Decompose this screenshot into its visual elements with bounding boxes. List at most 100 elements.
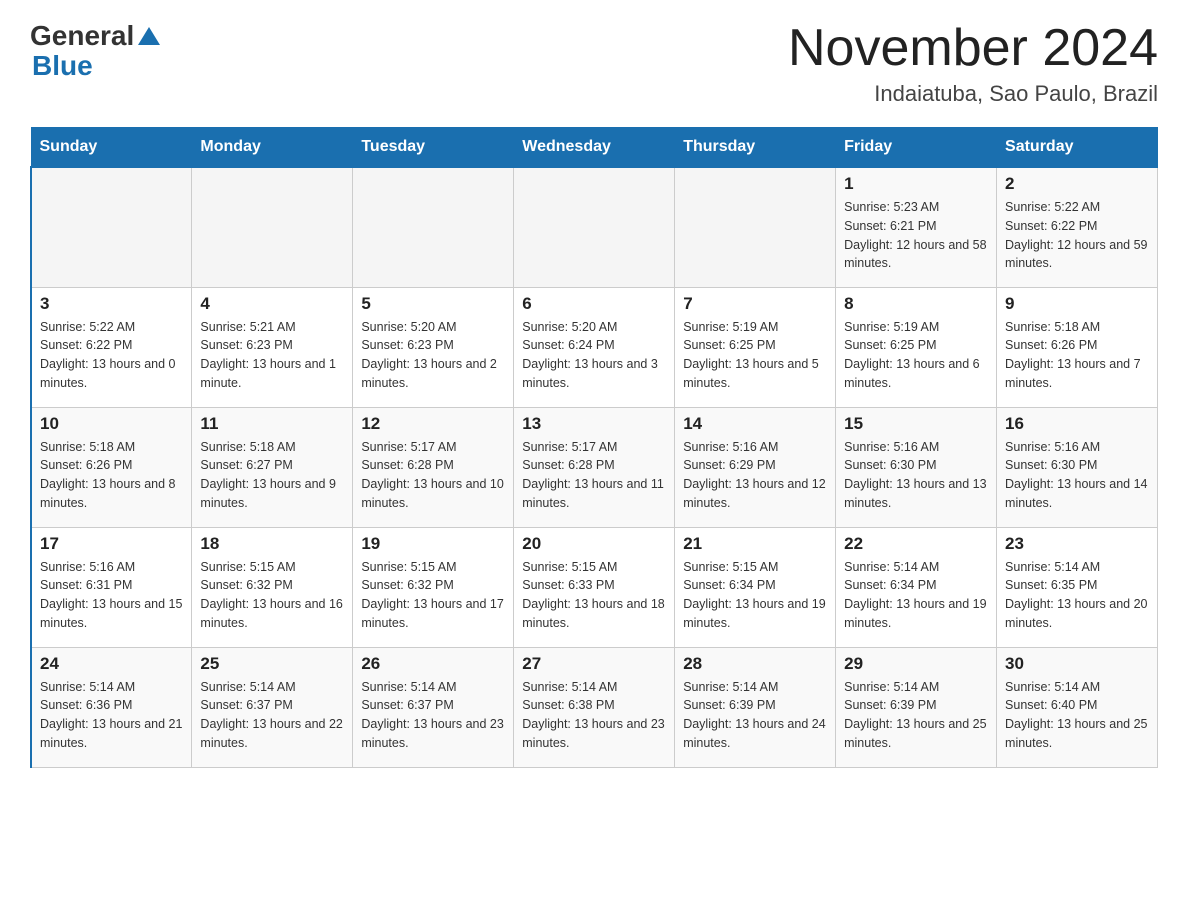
day-number: 2	[1005, 174, 1149, 194]
day-info: Sunrise: 5:14 AM Sunset: 6:40 PM Dayligh…	[1005, 678, 1149, 753]
page-header: General Blue November 2024 Indaiatuba, S…	[30, 20, 1158, 107]
calendar-cell: 8 Sunrise: 5:19 AM Sunset: 6:25 PM Daylig…	[836, 287, 997, 407]
calendar-table: SundayMondayTuesdayWednesdayThursdayFrid…	[30, 127, 1158, 768]
day-info: Sunrise: 5:14 AM Sunset: 6:34 PM Dayligh…	[844, 558, 988, 633]
day-number: 3	[40, 294, 183, 314]
day-info: Sunrise: 5:14 AM Sunset: 6:36 PM Dayligh…	[40, 678, 183, 753]
calendar-cell: 11 Sunrise: 5:18 AM Sunset: 6:27 PM Dayli…	[192, 407, 353, 527]
day-header-friday: Friday	[836, 128, 997, 168]
day-number: 11	[200, 414, 344, 434]
calendar-subtitle: Indaiatuba, Sao Paulo, Brazil	[788, 81, 1158, 107]
day-info: Sunrise: 5:18 AM Sunset: 6:27 PM Dayligh…	[200, 438, 344, 513]
day-number: 30	[1005, 654, 1149, 674]
calendar-cell: 1Sunrise: 5:23 AM Sunset: 6:21 PM Daylig…	[836, 167, 997, 287]
day-number: 9	[1005, 294, 1149, 314]
day-number: 29	[844, 654, 988, 674]
day-info: Sunrise: 5:22 AM Sunset: 6:22 PM Dayligh…	[40, 318, 183, 393]
calendar-cell: 2 Sunrise: 5:22 AM Sunset: 6:22 PM Daylig…	[997, 167, 1158, 287]
day-header-thursday: Thursday	[675, 128, 836, 168]
logo: General Blue	[30, 20, 160, 82]
calendar-cell: 3 Sunrise: 5:22 AM Sunset: 6:22 PM Daylig…	[31, 287, 192, 407]
calendar-cell: 19 Sunrise: 5:15 AM Sunset: 6:32 PM Dayli…	[353, 527, 514, 647]
day-info: Sunrise: 5:17 AM Sunset: 6:28 PM Dayligh…	[361, 438, 505, 513]
day-info: Sunrise: 5:21 AM Sunset: 6:23 PM Dayligh…	[200, 318, 344, 393]
calendar-header-row: SundayMondayTuesdayWednesdayThursdayFrid…	[31, 128, 1158, 168]
day-number: 28	[683, 654, 827, 674]
calendar-cell: 17Sunrise: 5:16 AM Sunset: 6:31 PM Dayli…	[31, 527, 192, 647]
calendar-cell: 9 Sunrise: 5:18 AM Sunset: 6:26 PM Daylig…	[997, 287, 1158, 407]
day-info: Sunrise: 5:16 AM Sunset: 6:30 PM Dayligh…	[1005, 438, 1149, 513]
day-number: 17	[40, 534, 183, 554]
day-number: 13	[522, 414, 666, 434]
calendar-cell: 20Sunrise: 5:15 AM Sunset: 6:33 PM Dayli…	[514, 527, 675, 647]
calendar-cell: 5 Sunrise: 5:20 AM Sunset: 6:23 PM Daylig…	[353, 287, 514, 407]
day-number: 10	[40, 414, 183, 434]
calendar-week-row: 10 Sunrise: 5:18 AM Sunset: 6:26 PM Dayli…	[31, 407, 1158, 527]
calendar-cell: 27 Sunrise: 5:14 AM Sunset: 6:38 PM Dayli…	[514, 647, 675, 767]
calendar-cell: 24 Sunrise: 5:14 AM Sunset: 6:36 PM Dayli…	[31, 647, 192, 767]
day-header-tuesday: Tuesday	[353, 128, 514, 168]
day-info: Sunrise: 5:20 AM Sunset: 6:23 PM Dayligh…	[361, 318, 505, 393]
day-info: Sunrise: 5:14 AM Sunset: 6:39 PM Dayligh…	[683, 678, 827, 753]
day-info: Sunrise: 5:16 AM Sunset: 6:29 PM Dayligh…	[683, 438, 827, 513]
logo-general-text: General	[30, 20, 134, 52]
day-number: 24	[40, 654, 183, 674]
day-info: Sunrise: 5:19 AM Sunset: 6:25 PM Dayligh…	[844, 318, 988, 393]
calendar-week-row: 17Sunrise: 5:16 AM Sunset: 6:31 PM Dayli…	[31, 527, 1158, 647]
calendar-cell: 15Sunrise: 5:16 AM Sunset: 6:30 PM Dayli…	[836, 407, 997, 527]
day-number: 21	[683, 534, 827, 554]
calendar-cell: 13 Sunrise: 5:17 AM Sunset: 6:28 PM Dayli…	[514, 407, 675, 527]
day-number: 23	[1005, 534, 1149, 554]
calendar-week-row: 1Sunrise: 5:23 AM Sunset: 6:21 PM Daylig…	[31, 167, 1158, 287]
calendar-cell	[675, 167, 836, 287]
day-info: Sunrise: 5:14 AM Sunset: 6:38 PM Dayligh…	[522, 678, 666, 753]
title-block: November 2024 Indaiatuba, Sao Paulo, Bra…	[788, 20, 1158, 107]
calendar-cell: 6 Sunrise: 5:20 AM Sunset: 6:24 PM Daylig…	[514, 287, 675, 407]
day-number: 18	[200, 534, 344, 554]
day-info: Sunrise: 5:18 AM Sunset: 6:26 PM Dayligh…	[40, 438, 183, 513]
day-info: Sunrise: 5:19 AM Sunset: 6:25 PM Dayligh…	[683, 318, 827, 393]
day-number: 25	[200, 654, 344, 674]
calendar-cell: 30 Sunrise: 5:14 AM Sunset: 6:40 PM Dayli…	[997, 647, 1158, 767]
calendar-cell: 28 Sunrise: 5:14 AM Sunset: 6:39 PM Dayli…	[675, 647, 836, 767]
calendar-cell: 21Sunrise: 5:15 AM Sunset: 6:34 PM Dayli…	[675, 527, 836, 647]
calendar-cell: 16 Sunrise: 5:16 AM Sunset: 6:30 PM Dayli…	[997, 407, 1158, 527]
day-info: Sunrise: 5:15 AM Sunset: 6:32 PM Dayligh…	[200, 558, 344, 633]
day-info: Sunrise: 5:15 AM Sunset: 6:32 PM Dayligh…	[361, 558, 505, 633]
day-header-monday: Monday	[192, 128, 353, 168]
calendar-cell: 12 Sunrise: 5:17 AM Sunset: 6:28 PM Dayli…	[353, 407, 514, 527]
day-number: 26	[361, 654, 505, 674]
day-info: Sunrise: 5:22 AM Sunset: 6:22 PM Dayligh…	[1005, 198, 1149, 273]
calendar-cell: 23Sunrise: 5:14 AM Sunset: 6:35 PM Dayli…	[997, 527, 1158, 647]
day-number: 16	[1005, 414, 1149, 434]
day-info: Sunrise: 5:16 AM Sunset: 6:30 PM Dayligh…	[844, 438, 988, 513]
day-header-saturday: Saturday	[997, 128, 1158, 168]
calendar-cell: 10 Sunrise: 5:18 AM Sunset: 6:26 PM Dayli…	[31, 407, 192, 527]
calendar-title: November 2024	[788, 20, 1158, 77]
calendar-week-row: 24 Sunrise: 5:14 AM Sunset: 6:36 PM Dayli…	[31, 647, 1158, 767]
day-number: 6	[522, 294, 666, 314]
day-info: Sunrise: 5:15 AM Sunset: 6:33 PM Dayligh…	[522, 558, 666, 633]
day-info: Sunrise: 5:14 AM Sunset: 6:37 PM Dayligh…	[361, 678, 505, 753]
day-number: 4	[200, 294, 344, 314]
calendar-cell: 18 Sunrise: 5:15 AM Sunset: 6:32 PM Dayli…	[192, 527, 353, 647]
day-number: 14	[683, 414, 827, 434]
day-number: 12	[361, 414, 505, 434]
logo-blue-text: Blue	[32, 50, 93, 82]
day-header-wednesday: Wednesday	[514, 128, 675, 168]
calendar-cell: 4 Sunrise: 5:21 AM Sunset: 6:23 PM Daylig…	[192, 287, 353, 407]
day-number: 22	[844, 534, 988, 554]
day-number: 5	[361, 294, 505, 314]
calendar-cell: 7Sunrise: 5:19 AM Sunset: 6:25 PM Daylig…	[675, 287, 836, 407]
calendar-cell	[192, 167, 353, 287]
day-info: Sunrise: 5:18 AM Sunset: 6:26 PM Dayligh…	[1005, 318, 1149, 393]
calendar-cell: 26 Sunrise: 5:14 AM Sunset: 6:37 PM Dayli…	[353, 647, 514, 767]
calendar-cell	[353, 167, 514, 287]
day-header-sunday: Sunday	[31, 128, 192, 168]
day-number: 27	[522, 654, 666, 674]
day-number: 8	[844, 294, 988, 314]
day-number: 19	[361, 534, 505, 554]
day-info: Sunrise: 5:20 AM Sunset: 6:24 PM Dayligh…	[522, 318, 666, 393]
calendar-cell: 25Sunrise: 5:14 AM Sunset: 6:37 PM Dayli…	[192, 647, 353, 767]
day-info: Sunrise: 5:17 AM Sunset: 6:28 PM Dayligh…	[522, 438, 666, 513]
